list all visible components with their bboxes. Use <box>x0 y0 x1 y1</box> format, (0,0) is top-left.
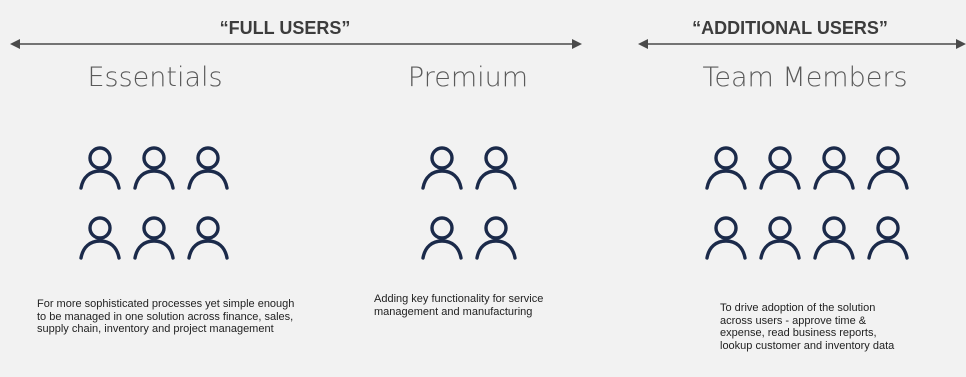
user-icon <box>131 214 177 260</box>
user-icon <box>473 214 519 260</box>
user-icon <box>703 214 749 260</box>
team-members-description: To drive adoption of the solution across… <box>720 302 895 352</box>
user-icon <box>419 214 465 260</box>
premium-title: Premium <box>407 62 529 93</box>
user-icon <box>77 214 123 260</box>
team-members-user-icons <box>703 144 911 260</box>
user-icon <box>811 214 857 260</box>
user-icon <box>473 144 519 190</box>
essentials-description: For more sophisticated processes yet sim… <box>37 298 295 335</box>
licensing-diagram: “FULL USERS” “ADDITIONAL USERS” Essentia… <box>0 0 966 377</box>
user-icon <box>185 144 231 190</box>
user-icon <box>703 144 749 190</box>
user-icon <box>131 144 177 190</box>
essentials-user-icons <box>77 144 231 260</box>
user-icon <box>419 144 465 190</box>
premium-description: Adding key functionality for service man… <box>374 293 544 318</box>
user-icon <box>865 144 911 190</box>
essentials-title: Essentials <box>87 62 223 93</box>
team-members-title: Team Members <box>702 62 908 93</box>
user-icon <box>757 214 803 260</box>
premium-user-icons <box>419 144 519 260</box>
user-icon <box>811 144 857 190</box>
user-icon <box>185 214 231 260</box>
user-icon <box>757 144 803 190</box>
user-icon <box>865 214 911 260</box>
user-icon <box>77 144 123 190</box>
additional-users-arrow <box>638 39 966 49</box>
full-users-arrow <box>10 39 582 49</box>
